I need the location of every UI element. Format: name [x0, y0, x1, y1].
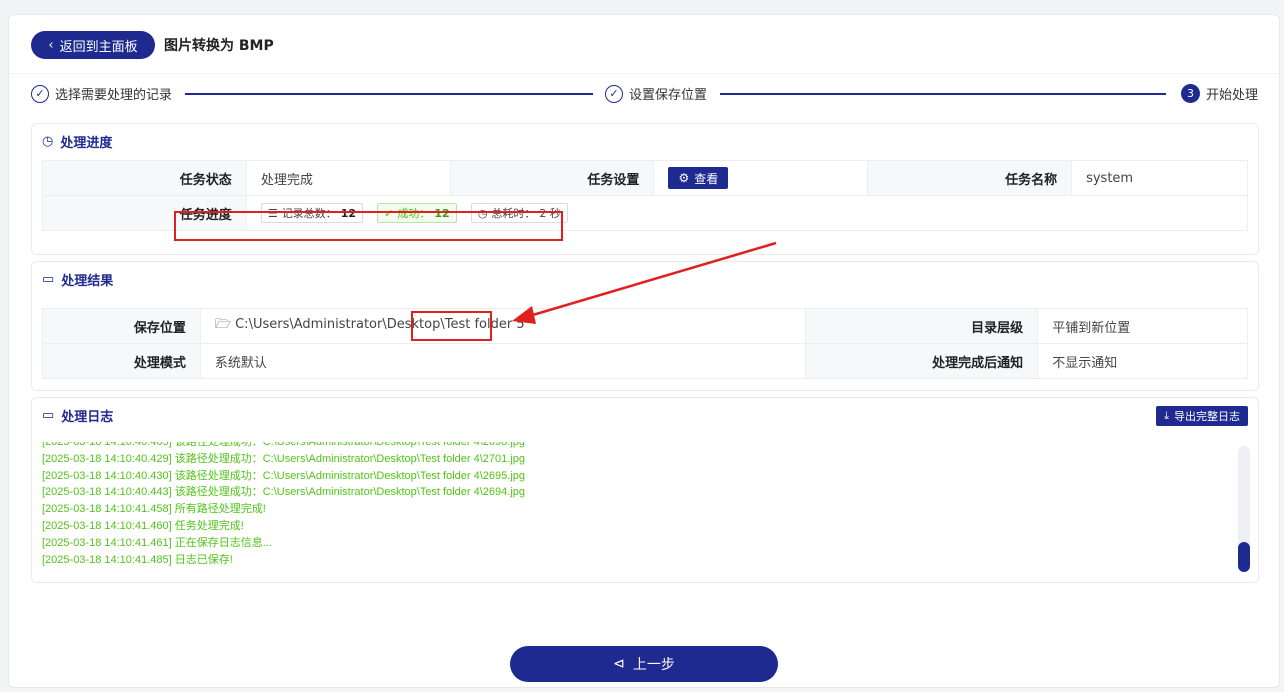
annotation-arrow	[512, 241, 777, 324]
arrow-head	[512, 306, 536, 324]
arrow-shaft	[525, 241, 777, 319]
